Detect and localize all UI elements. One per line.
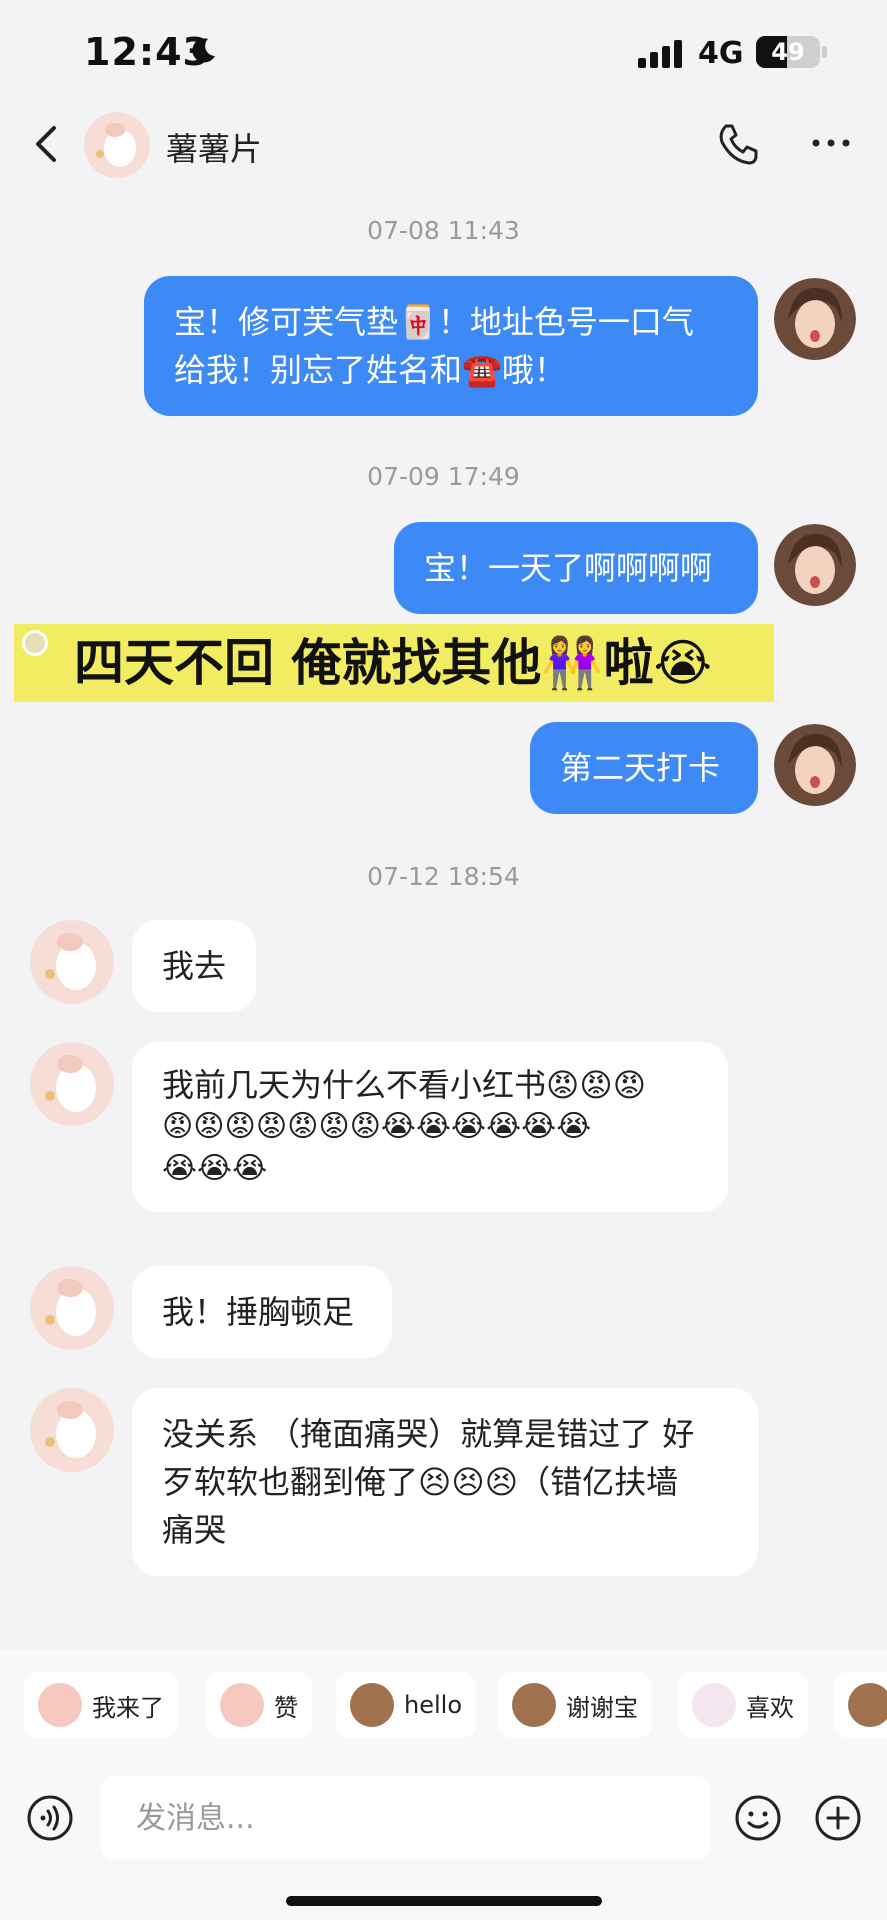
quick-reply-label: hello [404, 1691, 462, 1719]
quick-reply-label: 喜欢 [746, 1693, 794, 1722]
record-dot-icon [22, 630, 48, 656]
emoji-row: 😭😭😭 [162, 1151, 268, 1186]
message-input-bar [0, 1750, 887, 1920]
overlay-caption-banner: 四天不回 俺就找其他👭啦😭 [14, 624, 774, 702]
message-line: 第二天打卡 [560, 749, 721, 787]
monkey-sticker-icon [848, 1683, 887, 1727]
message-line: 痛哭 [162, 1511, 227, 1549]
contact-avatar[interactable] [30, 1042, 114, 1126]
message-line: 没关系 （掩面痛哭）就算是错过了 好 [162, 1415, 695, 1453]
emoji-icon[interactable] [734, 1794, 782, 1842]
chat-header: 薯薯片 [0, 100, 887, 190]
my-avatar[interactable] [774, 524, 856, 606]
message-line: 我！捶胸顿足 [162, 1293, 355, 1331]
more-options-icon[interactable] [806, 130, 856, 156]
home-indicator[interactable] [286, 1896, 602, 1906]
received-message-bubble[interactable]: 我前几天为什么不看小红书😡😡😡 😡😡😡😡😡😡😡😭😭😭😭😭😭 😭😭😭 [132, 1042, 728, 1212]
monkey-sticker-icon [512, 1683, 556, 1727]
sticker-icon [692, 1683, 736, 1727]
quick-reply-chip[interactable]: 赞 [206, 1672, 312, 1738]
message-line: 我去 [162, 947, 227, 985]
message-line: 宝！修可芙气垫🀄！地址色号一口气 [174, 303, 694, 341]
sticker-icon [220, 1683, 264, 1727]
contact-avatar[interactable] [30, 920, 114, 1004]
quick-reply-label: 谢谢宝 [566, 1693, 638, 1722]
message-input[interactable] [100, 1776, 710, 1860]
contact-avatar[interactable] [30, 1388, 114, 1472]
quick-reply-label: 我来了 [92, 1693, 164, 1722]
received-message-bubble[interactable]: 我去 [132, 920, 256, 1012]
chat-message-list[interactable]: 07-08 11:43 宝！修可芙气垫🀄！地址色号一口气 给我！别忘了姓名和☎️… [0, 190, 887, 1650]
moon-icon [192, 38, 215, 63]
phone-call-icon[interactable] [714, 120, 762, 168]
plus-icon[interactable] [814, 1794, 862, 1842]
voice-input-icon[interactable] [26, 1794, 74, 1842]
timestamp: 07-09 17:49 [367, 462, 520, 491]
battery-nub [822, 46, 827, 58]
received-message-bubble[interactable]: 我！捶胸顿足 [132, 1266, 392, 1358]
quick-reply-label: 赞 [274, 1693, 298, 1722]
message-line: 给我！别忘了姓名和☎️哦！ [174, 351, 566, 389]
status-bar: 12:43 4G 49 [0, 0, 887, 100]
contact-avatar[interactable] [84, 112, 150, 178]
quick-reply-chip[interactable] [834, 1672, 887, 1738]
quick-reply-chip[interactable]: 我来了 [24, 1672, 178, 1738]
monkey-sticker-icon [350, 1683, 394, 1727]
message-line: 我前几天为什么不看小红书😡😡😡 [162, 1066, 647, 1104]
timestamp: 07-12 18:54 [367, 862, 520, 891]
back-icon[interactable] [28, 122, 68, 166]
emoji-row: 😡😡😡😡😡😡😡😭😭😭😭😭😭 [162, 1109, 592, 1144]
message-line: 宝！一天了啊啊啊啊 [424, 549, 713, 587]
timestamp: 07-08 11:43 [367, 216, 520, 245]
received-message-bubble[interactable]: 没关系 （掩面痛哭）就算是错过了 好 歹软软也翻到俺了😣😣😣（错亿扶墙 痛哭 [132, 1388, 758, 1576]
battery-icon: 49 [756, 36, 820, 68]
message-line: 歹软软也翻到俺了😣😣😣（错亿扶墙 [162, 1463, 679, 1501]
my-avatar[interactable] [774, 278, 856, 360]
contact-avatar[interactable] [30, 1266, 114, 1350]
my-avatar[interactable] [774, 724, 856, 806]
sent-message-bubble[interactable]: 宝！一天了啊啊啊啊 [394, 522, 758, 614]
signal-icon [638, 40, 682, 68]
quick-reply-bar[interactable]: 我来了 赞 hello 谢谢宝 喜欢 [0, 1650, 887, 1750]
network-label: 4G [698, 36, 744, 71]
contact-name: 薯薯片 [166, 130, 263, 168]
quick-reply-chip[interactable]: hello [336, 1672, 476, 1738]
quick-reply-chip[interactable]: 谢谢宝 [498, 1672, 652, 1738]
battery-percent: 49 [771, 38, 805, 66]
banner-text: 四天不回 俺就找其他👭啦😭 [74, 634, 713, 692]
sent-message-bubble[interactable]: 第二天打卡 [530, 722, 758, 814]
sent-message-bubble[interactable]: 宝！修可芙气垫🀄！地址色号一口气 给我！别忘了姓名和☎️哦！ [144, 276, 758, 416]
sticker-icon [38, 1683, 82, 1727]
quick-reply-chip[interactable]: 喜欢 [678, 1672, 808, 1738]
